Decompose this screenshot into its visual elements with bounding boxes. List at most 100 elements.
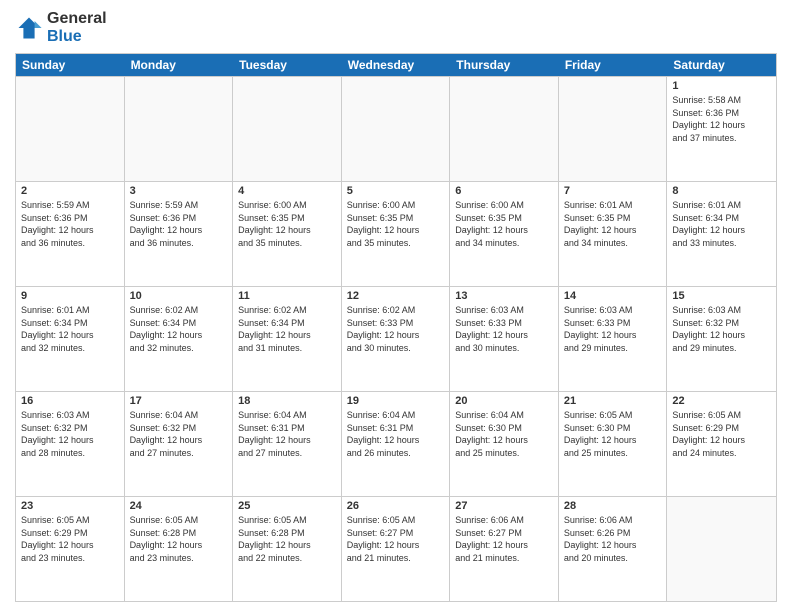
calendar-cell: 16Sunrise: 6:03 AM Sunset: 6:32 PM Dayli…: [16, 392, 125, 496]
day-number: 12: [347, 290, 445, 302]
day-info: Sunrise: 6:06 AM Sunset: 6:26 PM Dayligh…: [564, 514, 662, 564]
day-number: 19: [347, 395, 445, 407]
day-info: Sunrise: 5:59 AM Sunset: 6:36 PM Dayligh…: [130, 199, 228, 249]
calendar-cell: 20 Sunrise: 6:04 AM Sunset: 6:30 PM Dayli…: [450, 392, 559, 496]
day-number: 27: [455, 500, 553, 512]
day-number: 4: [238, 185, 336, 197]
day-number: 9: [21, 290, 119, 302]
calendar-cell: 25Sunrise: 6:05 AM Sunset: 6:28 PM Dayli…: [233, 497, 342, 601]
calendar-header-row: SundayMondayTuesdayWednesdayThursdayFrid…: [16, 54, 776, 76]
calendar-row: 16Sunrise: 6:03 AM Sunset: 6:32 PM Dayli…: [16, 391, 776, 496]
day-info: Sunrise: 6:05 AM Sunset: 6:27 PM Dayligh…: [347, 514, 445, 564]
calendar-cell: 8 Sunrise: 6:01 AM Sunset: 6:34 PM Daylig…: [667, 182, 776, 286]
day-number: 21: [564, 395, 662, 407]
day-info: Sunrise: 6:05 AM Sunset: 6:28 PM Dayligh…: [238, 514, 336, 564]
calendar-row: 23 Sunrise: 6:05 AM Sunset: 6:29 PM Dayli…: [16, 496, 776, 601]
calendar-cell: 2 Sunrise: 5:59 AM Sunset: 6:36 PM Daylig…: [16, 182, 125, 286]
calendar-cell: 18 Sunrise: 6:04 AM Sunset: 6:31 PM Dayli…: [233, 392, 342, 496]
day-info: Sunrise: 6:04 AM Sunset: 6:32 PM Dayligh…: [130, 409, 228, 459]
day-number: 7: [564, 185, 662, 197]
calendar-header-cell: Friday: [559, 54, 668, 76]
calendar-cell: 9 Sunrise: 6:01 AM Sunset: 6:34 PM Daylig…: [16, 287, 125, 391]
day-info: Sunrise: 6:00 AM Sunset: 6:35 PM Dayligh…: [238, 199, 336, 249]
day-number: 8: [672, 185, 771, 197]
calendar-cell: [450, 77, 559, 181]
calendar-cell: 22 Sunrise: 6:05 AM Sunset: 6:29 PM Dayli…: [667, 392, 776, 496]
calendar-cell: 5 Sunrise: 6:00 AM Sunset: 6:35 PM Daylig…: [342, 182, 451, 286]
day-number: 5: [347, 185, 445, 197]
page: General Blue SundayMondayTuesdayWednesda…: [0, 0, 792, 612]
calendar-cell: [125, 77, 234, 181]
calendar-cell: [233, 77, 342, 181]
day-info: Sunrise: 6:04 AM Sunset: 6:31 PM Dayligh…: [347, 409, 445, 459]
calendar-cell: 7 Sunrise: 6:01 AM Sunset: 6:35 PM Daylig…: [559, 182, 668, 286]
calendar-cell: 27 Sunrise: 6:06 AM Sunset: 6:27 PM Dayli…: [450, 497, 559, 601]
day-info: Sunrise: 6:02 AM Sunset: 6:33 PM Dayligh…: [347, 304, 445, 354]
calendar-cell: 11Sunrise: 6:02 AM Sunset: 6:34 PM Dayli…: [233, 287, 342, 391]
calendar-header-cell: Sunday: [16, 54, 125, 76]
day-number: 14: [564, 290, 662, 302]
calendar-header-cell: Saturday: [667, 54, 776, 76]
calendar-cell: [667, 497, 776, 601]
calendar-cell: [16, 77, 125, 181]
calendar: SundayMondayTuesdayWednesdayThursdayFrid…: [15, 53, 777, 602]
day-info: Sunrise: 6:05 AM Sunset: 6:29 PM Dayligh…: [672, 409, 771, 459]
day-info: Sunrise: 6:05 AM Sunset: 6:29 PM Dayligh…: [21, 514, 119, 564]
calendar-cell: 21 Sunrise: 6:05 AM Sunset: 6:30 PM Dayli…: [559, 392, 668, 496]
calendar-header-cell: Tuesday: [233, 54, 342, 76]
calendar-cell: 24 Sunrise: 6:05 AM Sunset: 6:28 PM Dayli…: [125, 497, 234, 601]
logo: General Blue: [15, 10, 107, 45]
calendar-cell: 13 Sunrise: 6:03 AM Sunset: 6:33 PM Dayli…: [450, 287, 559, 391]
day-info: Sunrise: 6:01 AM Sunset: 6:34 PM Dayligh…: [21, 304, 119, 354]
day-info: Sunrise: 6:03 AM Sunset: 6:32 PM Dayligh…: [21, 409, 119, 459]
day-number: 2: [21, 185, 119, 197]
day-info: Sunrise: 6:03 AM Sunset: 6:33 PM Dayligh…: [455, 304, 553, 354]
day-number: 26: [347, 500, 445, 512]
day-info: Sunrise: 5:59 AM Sunset: 6:36 PM Dayligh…: [21, 199, 119, 249]
calendar-cell: 10Sunrise: 6:02 AM Sunset: 6:34 PM Dayli…: [125, 287, 234, 391]
day-info: Sunrise: 6:03 AM Sunset: 6:33 PM Dayligh…: [564, 304, 662, 354]
calendar-cell: 23 Sunrise: 6:05 AM Sunset: 6:29 PM Dayli…: [16, 497, 125, 601]
calendar-row: 1 Sunrise: 5:58 AM Sunset: 6:36 PM Daylig…: [16, 76, 776, 181]
day-info: Sunrise: 6:01 AM Sunset: 6:35 PM Dayligh…: [564, 199, 662, 249]
header: General Blue: [15, 10, 777, 45]
day-number: 22: [672, 395, 771, 407]
day-number: 23: [21, 500, 119, 512]
calendar-cell: 17Sunrise: 6:04 AM Sunset: 6:32 PM Dayli…: [125, 392, 234, 496]
calendar-row: 2 Sunrise: 5:59 AM Sunset: 6:36 PM Daylig…: [16, 181, 776, 286]
day-info: Sunrise: 6:06 AM Sunset: 6:27 PM Dayligh…: [455, 514, 553, 564]
calendar-cell: 3 Sunrise: 5:59 AM Sunset: 6:36 PM Daylig…: [125, 182, 234, 286]
day-number: 28: [564, 500, 662, 512]
calendar-cell: 15 Sunrise: 6:03 AM Sunset: 6:32 PM Dayli…: [667, 287, 776, 391]
day-info: Sunrise: 6:05 AM Sunset: 6:28 PM Dayligh…: [130, 514, 228, 564]
calendar-body: 1 Sunrise: 5:58 AM Sunset: 6:36 PM Daylig…: [16, 76, 776, 601]
day-number: 20: [455, 395, 553, 407]
day-number: 10: [130, 290, 228, 302]
day-number: 1: [672, 80, 771, 92]
day-number: 13: [455, 290, 553, 302]
calendar-cell: 6 Sunrise: 6:00 AM Sunset: 6:35 PM Daylig…: [450, 182, 559, 286]
day-number: 24: [130, 500, 228, 512]
calendar-header-cell: Thursday: [450, 54, 559, 76]
calendar-cell: 19 Sunrise: 6:04 AM Sunset: 6:31 PM Dayli…: [342, 392, 451, 496]
logo-icon: [15, 14, 43, 42]
day-number: 3: [130, 185, 228, 197]
day-number: 6: [455, 185, 553, 197]
day-info: Sunrise: 6:04 AM Sunset: 6:31 PM Dayligh…: [238, 409, 336, 459]
day-number: 18: [238, 395, 336, 407]
day-info: Sunrise: 6:03 AM Sunset: 6:32 PM Dayligh…: [672, 304, 771, 354]
calendar-cell: 1 Sunrise: 5:58 AM Sunset: 6:36 PM Daylig…: [667, 77, 776, 181]
calendar-cell: 12 Sunrise: 6:02 AM Sunset: 6:33 PM Dayli…: [342, 287, 451, 391]
day-info: Sunrise: 6:01 AM Sunset: 6:34 PM Dayligh…: [672, 199, 771, 249]
day-number: 15: [672, 290, 771, 302]
calendar-cell: 14 Sunrise: 6:03 AM Sunset: 6:33 PM Dayli…: [559, 287, 668, 391]
day-info: Sunrise: 6:00 AM Sunset: 6:35 PM Dayligh…: [455, 199, 553, 249]
calendar-cell: 28 Sunrise: 6:06 AM Sunset: 6:26 PM Dayli…: [559, 497, 668, 601]
calendar-header-cell: Monday: [125, 54, 234, 76]
day-info: Sunrise: 6:05 AM Sunset: 6:30 PM Dayligh…: [564, 409, 662, 459]
calendar-cell: 4 Sunrise: 6:00 AM Sunset: 6:35 PM Daylig…: [233, 182, 342, 286]
day-info: Sunrise: 5:58 AM Sunset: 6:36 PM Dayligh…: [672, 94, 771, 144]
day-info: Sunrise: 6:04 AM Sunset: 6:30 PM Dayligh…: [455, 409, 553, 459]
day-info: Sunrise: 6:00 AM Sunset: 6:35 PM Dayligh…: [347, 199, 445, 249]
logo-text: General Blue: [47, 10, 107, 45]
